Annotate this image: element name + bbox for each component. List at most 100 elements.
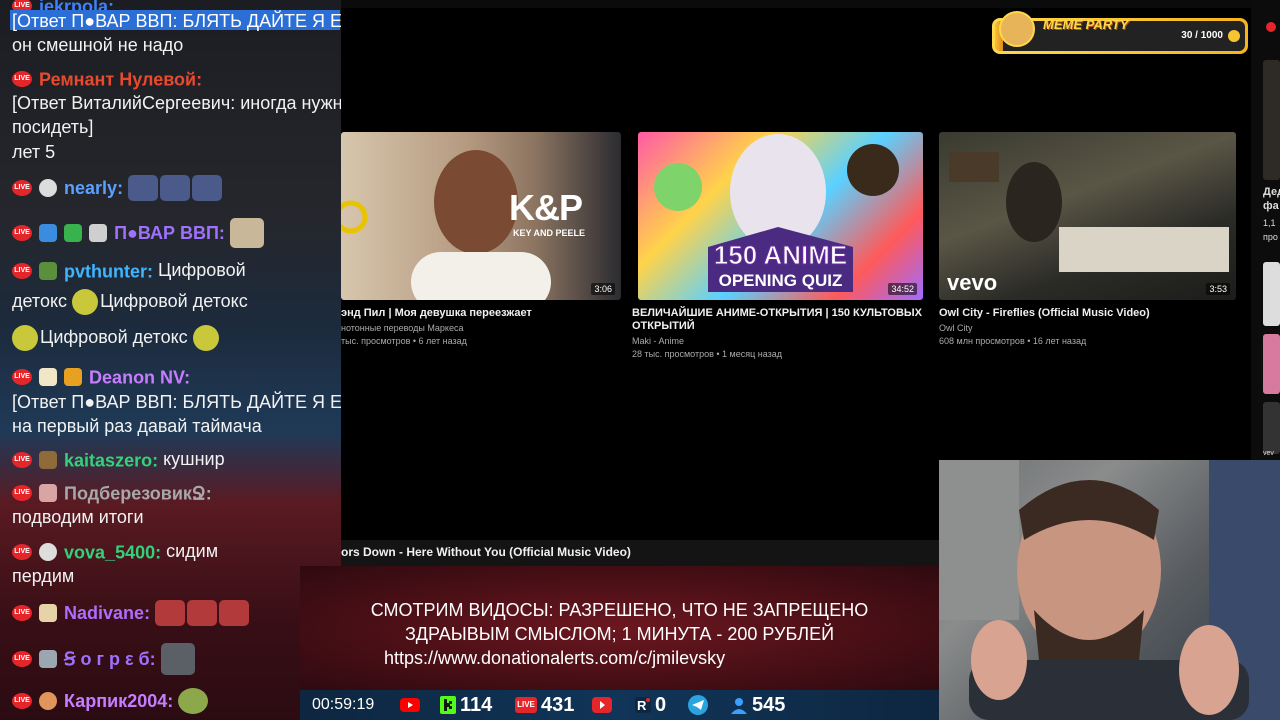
vk-stat: LIVE 431 [515,690,574,720]
video-stats: тыс. просмотров • 6 лет назад [341,336,467,346]
chat-text: он смешной не надо [12,35,184,55]
chat-nick[interactable]: vova_5400: [64,542,161,562]
dog-emote-icon [229,218,264,248]
chat-nick[interactable]: П●ВАР ВВП: [114,223,225,243]
kick-viewers: 114 [460,693,493,716]
video-thumbnail[interactable]: vevo 3:53 [939,132,1236,300]
frog-badge-icon [39,262,58,281]
youtube-stat [400,690,424,720]
live-badge-icon: LIVE [12,544,32,561]
chat-text: лет 5 [12,142,56,162]
avatar-badge-icon [39,692,58,710]
chat-nick[interactable]: pvthunter: [64,261,153,281]
video-channel[interactable]: Maki - Anime [632,335,922,348]
user-icon [731,698,747,714]
sidebar-thumbnail[interactable] [1263,402,1280,454]
chat-nick[interactable]: Карпик2004: [64,691,173,711]
corn-badge-icon [64,368,83,387]
chat-message: LIVE Nadivane: [12,600,337,626]
video-title[interactable]: ВЕЛИЧАЙШИЕ АНИМЕ-ОТКРЫТИЯ | 150 КУЛЬТОВЫ… [632,307,922,333]
sidebar-video-title[interactable]: фа [1263,200,1279,212]
face-emote-icon [12,325,38,351]
youtube-sidebar-strip: Дед фа 1,1 про vev [1251,0,1280,460]
chat-nick[interactable]: ПодберезовикՋ: [64,483,212,503]
chat-nick[interactable]: Nadivane: [64,603,150,623]
chat-text: Цифровой детокс [100,290,248,311]
sidebar-thumbnail[interactable] [1263,262,1280,326]
meme-party-widget: MEME PARTY 30 / 1000 [992,11,1248,54]
video-title[interactable]: энд Пил | Моя девушка переезжает [341,307,621,320]
kick-icon [440,696,456,714]
rules-line: СМОТРИМ ВИДОСЫ: РАЗРЕШЕНО, ЧТО НЕ ЗАПРЕЩ… [370,600,869,620]
panda-badge-icon [39,543,58,562]
chat-text: пердим [12,566,75,586]
chat-message: LIVE Ꞩ ο г р ε б: [12,643,337,675]
vevo-logo: vevo [947,270,998,295]
video-duration: 3:06 [591,283,615,295]
chick-badge-icon [39,604,58,622]
sidebar-video-title[interactable]: Дед [1263,186,1280,198]
youtube-top-bar [341,0,1251,8]
chat-nick[interactable]: Ремнант Нулевой: [39,69,202,89]
now-playing-title[interactable]: ors Down - Here Without You (Official Mu… [341,545,631,559]
pepe-emote-icon [219,600,250,626]
chat-message: LIVE ПодберезовикՋ: [12,481,337,504]
sticker-badge-icon [89,224,108,242]
video-card[interactable]: K&P KEY AND PEELE 3:06 энд Пил | Моя дев… [341,132,621,348]
thumbnail-logo: K&P [509,187,583,228]
webcam-feed [939,460,1280,720]
sonic-emote-icon [192,175,223,201]
video-card[interactable]: vevo 3:53 Owl City - Fireflies (Official… [939,132,1236,348]
chat-reply: [Ответ ВиталийСергеевич: иногда нужно пр… [12,93,341,113]
chat-nick[interactable]: Deanon NV: [89,367,190,387]
live-badge-icon: LIVE [12,485,32,502]
live-badge-icon: LIVE [12,263,32,280]
video-channel[interactable]: Owl City [939,322,1236,335]
video-stats: 608 млн просмотров • 16 лет назад [939,336,1087,346]
donation-link[interactable]: https://www.donationalerts.com/c/jmilevs… [384,648,939,669]
chat-text: на первый раз давай таймача [12,416,262,436]
video-channel[interactable]: нотонные переводы Маркеса [341,322,621,335]
svg-text:R: R [637,698,647,713]
sidebar-thumbnail[interactable] [1263,60,1280,180]
chat-text: подводим итоги [12,507,144,527]
rules-banner: СМОТРИМ ВИДОСЫ: РАЗРЕШЕНО, ЧТО НЕ ЗАПРЕЩ… [300,566,939,690]
video-thumbnail[interactable]: K&P KEY AND PEELE 3:06 [341,132,621,300]
pepe-emote-icon [187,600,218,626]
total-viewers-stat: 545 [730,690,785,720]
hat-badge-icon [39,451,58,470]
video-duration: 3:53 [1206,283,1230,295]
uptime-value: 00:59:19 [312,696,375,713]
chat-nick[interactable]: nearly: [64,178,123,198]
telegram-stat [688,690,712,720]
meme-progress-track: MEME PARTY 30 / 1000 [995,11,1245,51]
chat-panel: LIVE jekrpola: [Ответ П●ВАР ВВП: БЛЯТЬ Д… [0,0,341,720]
video-stats: 28 тыс. просмотров • 1 месяц назад [632,349,783,359]
face-emote-icon [192,325,219,351]
video-card[interactable]: 150 ANIME OPENING QUIZ 34:52 ВЕЛИЧАЙШИЕ … [632,132,923,361]
sidebar-thumbnail[interactable] [1263,334,1280,394]
thumbnail-sublogo: KEY AND PEELE [513,228,586,238]
chat-nick[interactable]: Ꞩ ο г р ε б: [64,649,156,669]
video-thumbnail[interactable]: 150 ANIME OPENING QUIZ 34:52 [638,132,923,300]
sonic-emote-icon [128,175,159,201]
portrait-badge-icon [39,484,58,503]
live-badge-icon: LIVE [12,180,32,196]
live-badge-icon: LIVE [12,225,32,241]
sonic-emote-icon [160,175,191,201]
video-duration: 34:52 [888,283,917,295]
chat-nick[interactable]: kaitaszero: [64,450,158,470]
thumbnail-headline: 150 ANIME [713,240,848,271]
live-badge-icon: LIVE [12,651,32,667]
gift-badge-icon [64,224,83,242]
telegram-icon [688,695,708,715]
chat-text: Цифровой детокс [40,326,188,347]
video-title[interactable]: Owl City - Fireflies (Official Music Vid… [939,307,1236,320]
meme-party-title: MEME PARTY [1043,17,1129,32]
rules-line: ЗДРАЫВЫМ СМЫСЛОМ; 1 МИНУТА - 200 РУБЛЕЙ [404,624,835,644]
streamer-silhouette-icon [939,460,1280,720]
live-badge-icon: LIVE [12,71,32,88]
beer-badge-icon [39,368,58,387]
pepe-emote-icon [155,600,186,626]
coin-icon [1228,30,1240,42]
